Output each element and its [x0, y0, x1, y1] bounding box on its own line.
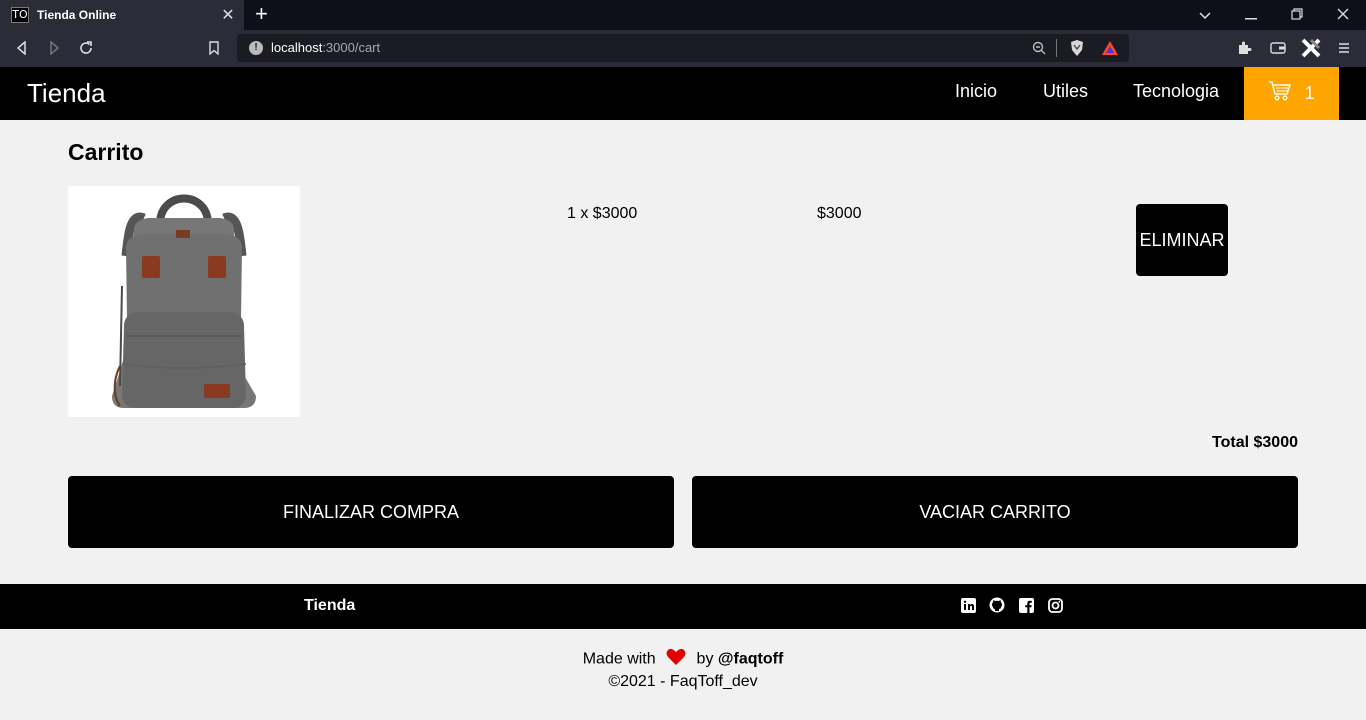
tab-favicon: TO	[11, 7, 29, 23]
item-line-total: $3000	[817, 205, 862, 222]
facebook-icon[interactable]	[1018, 597, 1034, 613]
forward-icon[interactable]	[44, 38, 64, 58]
brave-rewards-icon[interactable]	[1100, 38, 1120, 58]
cart-count: 1	[1304, 83, 1315, 103]
extensions-icon[interactable]	[1234, 38, 1254, 58]
url-host: localhost	[271, 40, 323, 55]
address-separator	[1056, 39, 1057, 57]
back-icon[interactable]	[12, 38, 32, 58]
remove-item-button[interactable]: ELIMINAR	[1136, 204, 1228, 276]
by-text: by	[696, 650, 714, 668]
tab-title: Tienda Online	[37, 8, 117, 22]
tab-search-chevron-icon[interactable]	[1182, 0, 1228, 30]
site-info-icon[interactable]: !	[249, 41, 263, 55]
footer-brand[interactable]: Tienda	[304, 597, 355, 615]
tab-close-icon[interactable]: ✕	[218, 5, 238, 25]
site-footer: Tienda	[0, 584, 1366, 629]
wallet-icon[interactable]	[1268, 38, 1288, 58]
browser-tab-bar: TO Tienda Online ✕ +	[0, 0, 1366, 30]
bookmark-icon[interactable]	[204, 38, 224, 58]
footer-credits: Made with by @faqtoff	[0, 648, 1366, 671]
page-title: Carrito	[68, 139, 144, 165]
instagram-icon[interactable]	[1047, 597, 1063, 613]
site-header: Tienda Inicio Utiles Tecnologia 1	[0, 67, 1366, 120]
github-icon[interactable]	[989, 597, 1005, 613]
made-with-text: Made with	[582, 650, 656, 668]
cart-icon	[1268, 80, 1292, 107]
nav-tecnologia[interactable]: Tecnologia	[1133, 81, 1219, 102]
close-window-icon[interactable]	[1320, 0, 1366, 30]
backpack-image	[112, 194, 256, 408]
linkedin-icon[interactable]	[960, 597, 976, 613]
clear-cart-button[interactable]: VACIAR CARRITO	[692, 476, 1298, 548]
site-brand[interactable]: Tienda	[27, 78, 106, 109]
minimize-icon[interactable]	[1228, 0, 1274, 30]
menu-icon[interactable]	[1334, 38, 1354, 58]
address-bar[interactable]: ! localhost:3000/cart	[237, 34, 1129, 62]
heart-icon	[666, 648, 686, 671]
nav-utiles[interactable]: Utiles	[1043, 81, 1088, 102]
checkout-button[interactable]: FINALIZAR COMPRA	[68, 476, 674, 548]
brave-shields-icon[interactable]	[1067, 38, 1087, 58]
copyright-text: ©2021 - FaqToff_dev	[608, 673, 758, 690]
url-path: :3000/cart	[322, 40, 381, 55]
new-tab-icon[interactable]: +	[255, 3, 268, 25]
browser-toolbar: ! localhost:3000/cart	[0, 30, 1366, 67]
profile-icon[interactable]	[1300, 37, 1322, 59]
url-text[interactable]: localhost:3000/cart	[271, 40, 380, 55]
cart-total: Total $3000	[1212, 434, 1298, 451]
zoom-icon[interactable]	[1029, 38, 1049, 58]
author-link[interactable]: @faqtoff	[718, 651, 783, 668]
product-image	[68, 186, 300, 417]
item-quantity-price: 1 x $3000	[567, 205, 638, 222]
cart-button[interactable]: 1	[1244, 67, 1339, 120]
nav-inicio[interactable]: Inicio	[955, 81, 997, 102]
browser-tab[interactable]: TO Tienda Online ✕	[0, 0, 244, 30]
restore-icon[interactable]	[1274, 0, 1320, 30]
reload-icon[interactable]	[76, 38, 96, 58]
